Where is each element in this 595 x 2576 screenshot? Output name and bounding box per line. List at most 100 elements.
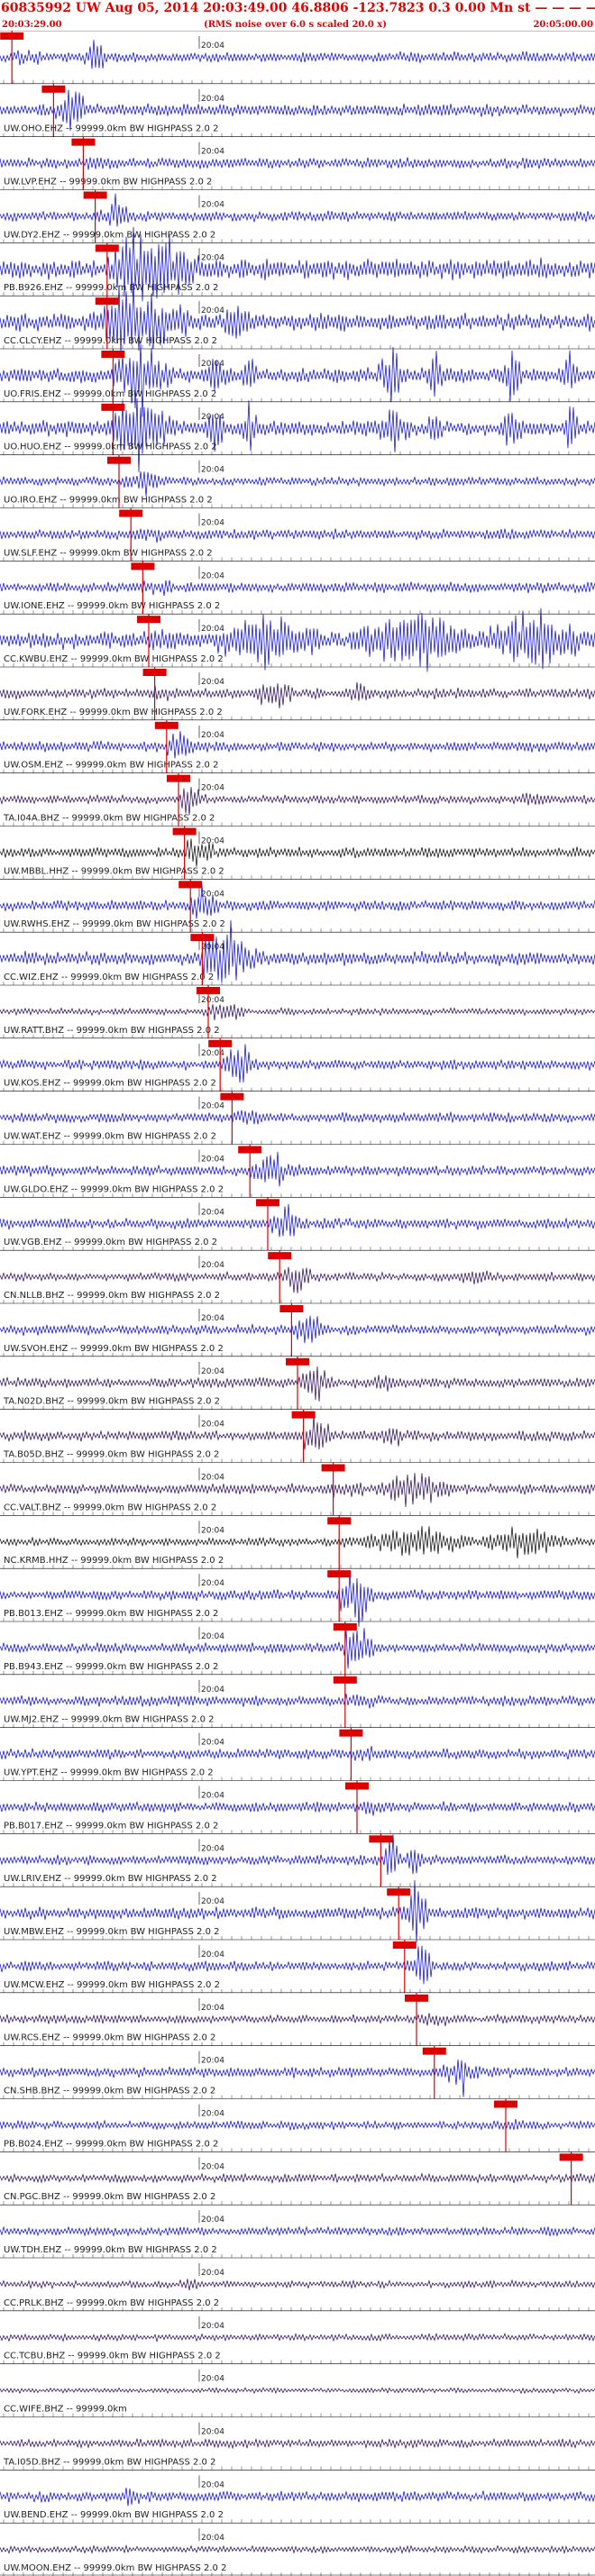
- minute-tick-label: 20:04: [201, 2375, 224, 2384]
- waveform-trace: [0, 1525, 595, 1558]
- pick-marker: [167, 774, 190, 782]
- pick-marker: [71, 138, 96, 146]
- seismogram-panel: 20:04 20:04 UW.OHO.EHZ -- 99999.0km BW HIG…: [0, 31, 595, 2576]
- station-label: PB.B024.EHZ -- 99999.0km BW HIGHPASS 2.0…: [4, 2139, 218, 2149]
- waveform-trace: [0, 1415, 595, 1450]
- minute-tick-label: 20:04: [201, 1261, 224, 1270]
- station-label: PB.B926.EHZ -- 99999.0km BW HIGHPASS 2.0…: [4, 283, 218, 293]
- station-label: UW.FORK.EHZ -- 99999.0km BW HIGHPASS 2.0…: [4, 708, 223, 717]
- station-label: PB.B017.EHZ -- 99999.0km BW HIGHPASS 2.0…: [4, 1821, 218, 1831]
- station-label: UW.LRIV.EHZ -- 99999.0km BW HIGHPASS 2.0…: [4, 1874, 217, 1884]
- station-label: UW.IONE.EHZ -- 99999.0km BW HIGHPASS 2.0…: [4, 601, 220, 611]
- waveform-trace: [0, 40, 595, 69]
- waveform-trace: [0, 1834, 595, 1876]
- minute-tick-label: 20:04: [201, 1632, 224, 1641]
- station-label: UW.MBBL.HHZ -- 99999.0km BW HIGHPASS 2.0…: [4, 866, 224, 876]
- pick-marker: [220, 1092, 244, 1101]
- waveform-trace: [0, 1151, 595, 1187]
- minute-tick-label: 20:04: [201, 95, 224, 104]
- waveform-trace: [0, 2279, 595, 2291]
- minute-tick-label: 20:04: [201, 253, 224, 262]
- minute-tick-label: 20:04: [201, 1208, 224, 1217]
- waveform-trace: [0, 397, 595, 472]
- minute-tick-label: 20:04: [201, 1579, 224, 1588]
- pick-marker: [559, 2153, 583, 2161]
- station-label: UW.GLDO.EHZ -- 99999.0km BW HIGHPASS 2.0…: [4, 1184, 224, 1194]
- pick-marker: [101, 351, 125, 358]
- minute-tick-label: 20:04: [201, 2480, 224, 2489]
- waveform-trace: [0, 2387, 595, 2395]
- minute-tick-label: 20:04: [201, 519, 224, 528]
- station-label: CC.VALT.BHZ -- 99999.0km BW HIGHPASS 2.0…: [4, 1503, 216, 1512]
- station-label: TA.N02D.BHZ -- 99999.0km BW HIGHPASS 2.0…: [3, 1397, 220, 1407]
- station-label: UW.MJ2.EHZ -- 99999.0km BW HIGHPASS 2.0 …: [4, 1715, 215, 1725]
- station-label: UW.MBW.EHZ -- 99999.0km BW HIGHPASS 2.0 …: [4, 1927, 219, 1937]
- station-label: UW.TDH.EHZ -- 99999.0km BW HIGHPASS 2.0 …: [4, 2245, 217, 2255]
- pick-marker: [345, 1782, 369, 1790]
- station-label: UW.WAT.EHZ -- 99999.0km BW HIGHPASS 2.0 …: [4, 1132, 216, 1142]
- station-label: UO.FRIS.EHZ -- 99999.0km BW HIGHPASS 2.0…: [4, 389, 216, 399]
- pick-marker: [197, 987, 220, 994]
- end-time-label: 20:05:00.00: [533, 20, 593, 30]
- waveform-trace: [0, 157, 595, 170]
- pick-marker: [119, 509, 143, 517]
- pick-marker: [208, 1039, 233, 1047]
- waveform-trace: [0, 1945, 595, 1985]
- station-label: TA.B05D.BHZ -- 99999.0km BW HIGHPASS 2.0…: [3, 1450, 219, 1460]
- minute-tick-label: 20:04: [201, 148, 224, 157]
- station-label: TA.I05D.BHZ -- 99999.0km BW HIGHPASS 2.0…: [3, 2457, 215, 2467]
- minute-tick-label: 20:04: [201, 2057, 224, 2066]
- waveform-trace: [0, 2172, 595, 2185]
- minute-tick-label: 20:04: [201, 1156, 224, 1165]
- station-label: UW.OSM.EHZ -- 99999.0km BW HIGHPASS 2.0 …: [4, 761, 218, 771]
- pick-marker: [279, 1305, 304, 1312]
- minute-tick-label: 20:04: [201, 466, 224, 475]
- minute-tick-label: 20:04: [201, 41, 224, 50]
- station-label: UW.BEND.EHZ -- 99999.0km BW HIGHPASS 2.0…: [4, 2510, 224, 2520]
- pick-marker: [369, 1835, 393, 1843]
- pick-marker: [392, 1941, 416, 1949]
- minute-tick-label: 20:04: [201, 1897, 224, 1906]
- minute-tick-label: 20:04: [201, 2162, 224, 2171]
- waveform-trace: [0, 730, 595, 759]
- waveform-trace: [0, 2013, 595, 2026]
- minute-tick-label: 20:04: [201, 1420, 224, 1430]
- pick-marker: [422, 2047, 446, 2055]
- pick-marker: [387, 1888, 411, 1896]
- station-label: UW.RWHS.EHZ -- 99999.0km BW HIGHPASS 2.0…: [4, 919, 225, 929]
- waveform-trace: [0, 2332, 595, 2343]
- minute-tick-label: 20:04: [201, 2534, 224, 2543]
- station-label: UW.RCS.EHZ -- 99999.0km BW HIGHPASS 2.0 …: [4, 2033, 215, 2043]
- pick-marker: [107, 456, 131, 464]
- pick-marker: [190, 934, 215, 942]
- pick-marker: [101, 403, 125, 411]
- minute-tick-label: 20:04: [201, 1049, 224, 1058]
- pick-marker: [327, 1570, 352, 1578]
- waveform-trace: [0, 1473, 595, 1508]
- waveform-trace: [0, 580, 595, 597]
- pick-marker: [142, 669, 167, 676]
- waveform-trace: [0, 470, 595, 497]
- minute-tick-label: 20:04: [201, 1526, 224, 1535]
- waveform-trace: [0, 528, 595, 544]
- minute-tick-label: 20:04: [201, 201, 224, 210]
- waveform-trace: [0, 1746, 595, 1761]
- waveform-trace: [0, 1694, 595, 1709]
- station-label: UW.SLF.EHZ -- 99999.0km BW HIGHPASS 2.0 …: [4, 548, 213, 558]
- station-label: PB.B943.EHZ -- 99999.0km BW HIGHPASS 2.0…: [4, 1662, 218, 1672]
- minute-tick-label: 20:04: [201, 1739, 224, 1748]
- waveform-trace: [0, 787, 595, 816]
- station-label: CC.CLCY.EHZ -- 99999.0km BW HIGHPASS 2.0…: [4, 336, 217, 346]
- pick-marker: [494, 2100, 517, 2108]
- pick-marker: [238, 1146, 262, 1154]
- waveform-trace: [0, 1315, 595, 1344]
- minute-tick-label: 20:04: [201, 2269, 224, 2278]
- minute-tick-label: 20:04: [201, 571, 224, 580]
- waveform-trace: [0, 883, 595, 919]
- station-label: NC.KRMB.HHZ -- 99999.0km BW HIGHPASS 2.0…: [4, 1556, 224, 1566]
- minute-tick-label: 20:04: [201, 306, 224, 315]
- pick-marker: [178, 881, 203, 889]
- station-label: CC.KWBU.EHZ -- 99999.0km BW HIGHPASS 2.0…: [4, 654, 224, 664]
- minute-tick-label: 20:04: [201, 2215, 224, 2224]
- record-header: 60835992 UW Aug 05, 2014 20:03:49.00 46.…: [0, 0, 595, 34]
